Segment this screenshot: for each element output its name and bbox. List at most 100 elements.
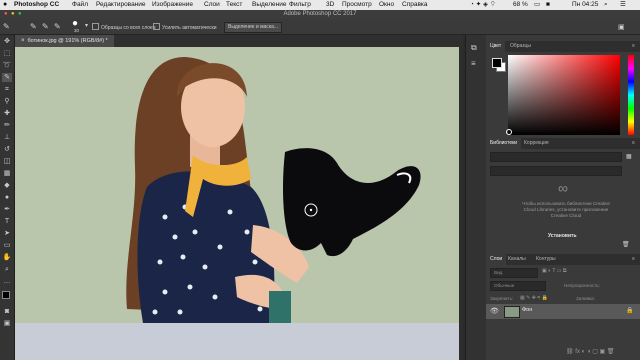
eyedropper-tool-icon[interactable]: ⚲ xyxy=(2,97,12,106)
brush-dropdown-icon[interactable]: ▾ xyxy=(85,22,88,29)
layer-filter-dropdown[interactable]: Вид xyxy=(490,268,538,278)
libraries-panel-menu-icon[interactable]: ≡ xyxy=(628,138,639,149)
menu-view[interactable]: Просмотр xyxy=(342,0,372,10)
library-grid-view-icon[interactable]: ▦ xyxy=(626,153,632,160)
window-title-bar: ● ● ● Adobe Photoshop CC 2017 xyxy=(0,10,640,19)
creative-cloud-icon: ∞ xyxy=(558,180,568,196)
brush-size: 30 xyxy=(74,28,80,33)
zoom-tool-icon[interactable]: ⌕ xyxy=(2,265,12,274)
layer-visibility-icon[interactable]: 👁 xyxy=(490,307,499,315)
tab-adjustments[interactable]: Коррекция xyxy=(520,138,553,149)
type-tool-icon[interactable]: T xyxy=(2,217,12,226)
menu-type[interactable]: Текст xyxy=(226,0,242,10)
history-brush-icon[interactable]: ↺ xyxy=(2,145,12,154)
library-trash-icon[interactable]: 🗑 xyxy=(622,241,630,248)
layer-filter-label: Вид xyxy=(494,270,503,275)
flag-icon[interactable]: ■ xyxy=(546,0,550,10)
color-picker-ring[interactable] xyxy=(506,129,512,135)
layers-panel-menu-icon[interactable]: ≡ xyxy=(628,254,639,265)
blend-mode-value: Обычные xyxy=(494,283,515,288)
properties-panel-icon[interactable]: ≡ xyxy=(471,59,476,68)
menu-select[interactable]: Выделение xyxy=(252,0,286,10)
menu-help[interactable]: Справка xyxy=(402,0,428,10)
pen-tool-icon[interactable]: ✒ xyxy=(2,205,12,214)
menu-window[interactable]: Окно xyxy=(379,0,394,10)
auto-enhance-checkbox[interactable]: Усилить автоматически xyxy=(153,23,217,32)
select-and-mask-button[interactable]: Выделение и маска... xyxy=(224,22,283,33)
battery-icon[interactable]: ▭ xyxy=(534,0,540,10)
document-tab[interactable]: × ботинок.jpg @ 191% (RGB/8#) * xyxy=(15,35,114,47)
blend-mode-dropdown[interactable]: Обычные xyxy=(490,281,546,291)
mac-menu-bar: ● Photoshop CC Файл Редактирование Изобр… xyxy=(0,0,640,10)
notification-icon[interactable]: ☰ xyxy=(620,0,626,10)
blur-tool-icon[interactable]: ◆ xyxy=(2,181,12,190)
menu-layers[interactable]: Слои xyxy=(204,0,220,10)
screen-mode-icon[interactable]: ▣ xyxy=(2,319,12,328)
minimize-window-icon[interactable]: ● xyxy=(11,10,15,19)
install-button[interactable]: Установить xyxy=(548,233,577,239)
lasso-tool-icon[interactable]: ➰ xyxy=(2,61,12,70)
dodge-tool-icon[interactable]: ● xyxy=(2,193,12,202)
apple-icon[interactable]: ● xyxy=(3,0,7,10)
layer-filter-icons[interactable]: ▣ ◐ T ▭ ⧉ xyxy=(542,268,566,274)
fg-color-chip[interactable] xyxy=(492,58,502,68)
sample-all-layers-checkbox[interactable]: Образцы со всех слоев xyxy=(92,23,155,32)
collapsed-panel-strip: ⧉ ≡ xyxy=(465,35,487,360)
crop-tool-icon[interactable]: ⌗ xyxy=(2,85,12,94)
clock[interactable]: Пн 04:25 xyxy=(572,0,598,10)
history-panel-icon[interactable]: ⧉ xyxy=(471,43,477,53)
workspace-icon[interactable]: ▣ xyxy=(618,23,625,31)
more-tools-icon[interactable]: … xyxy=(2,277,12,286)
close-tab-icon[interactable]: × xyxy=(21,38,25,44)
lock-icons[interactable]: ▦ ✎ ✥ ⌗ 🔒 xyxy=(520,295,548,301)
healing-tool-icon[interactable]: ✚ xyxy=(2,109,12,118)
quick-selection-tool-icon[interactable]: ✎ xyxy=(3,22,10,31)
color-panel-menu-icon[interactable]: ≡ xyxy=(628,41,639,52)
layer-actions-icons[interactable]: ⛓ fx ◐ ◑ ▢ ▣ 🗑 xyxy=(566,348,615,355)
layer-row[interactable]: 👁 Фон 🔒 xyxy=(486,304,640,319)
menu-image[interactable]: Изображение xyxy=(152,0,193,10)
canvas-area[interactable] xyxy=(15,47,463,360)
libraries-message: Чтобы использовать библиотеки Creative C… xyxy=(522,201,610,218)
menu-file[interactable]: Файл xyxy=(72,0,88,10)
new-selection-icon[interactable]: ✎ xyxy=(30,22,37,31)
tab-channels[interactable]: Каналы xyxy=(504,254,530,265)
lock-label: Закрепить: xyxy=(490,296,514,301)
zoom-window-icon[interactable]: ● xyxy=(18,10,22,19)
color-field[interactable] xyxy=(508,55,620,135)
tab-libraries[interactable]: Библиотеки xyxy=(486,138,522,149)
hand-tool-icon[interactable]: ✋ xyxy=(2,253,12,262)
library-search[interactable] xyxy=(490,166,622,176)
quick-select-tool-icon[interactable]: ✎ xyxy=(2,73,12,82)
subtract-selection-icon[interactable]: ✎ xyxy=(54,22,61,31)
menu-filter[interactable]: Фильтр xyxy=(289,0,311,10)
menu-3d[interactable]: 3D xyxy=(326,0,334,10)
menu-app-name[interactable]: Photoshop CC xyxy=(14,0,59,10)
layer-lock-icon: 🔒 xyxy=(626,308,634,314)
brush-tool-icon[interactable]: ✏ xyxy=(2,121,12,130)
quick-mask-icon[interactable]: ◙ xyxy=(2,307,12,316)
gradient-tool-icon[interactable]: ▦ xyxy=(2,169,12,178)
spotlight-icon[interactable]: ⌕ xyxy=(604,0,608,10)
tab-paths[interactable]: Контуры xyxy=(532,254,560,265)
document-tab-bar: × ботинок.jpg @ 191% (RGB/8#) * xyxy=(15,35,463,47)
panel-dock: Цвет Образцы ≡ Библиотеки Коррекция ≡ ▦ … xyxy=(486,35,640,360)
canvas-scrollbar[interactable] xyxy=(459,47,463,360)
menu-edit[interactable]: Редактирование xyxy=(96,0,146,10)
move-tool-icon[interactable]: ✥ xyxy=(2,37,12,46)
shape-tool-icon[interactable]: ▭ xyxy=(2,241,12,250)
foreground-color-swatch[interactable] xyxy=(2,291,10,299)
close-window-icon[interactable]: ● xyxy=(4,10,8,19)
marquee-tool-icon[interactable]: ⬚ xyxy=(2,49,12,58)
tab-color[interactable]: Цвет xyxy=(486,41,506,52)
library-dropdown[interactable] xyxy=(490,152,622,162)
path-select-icon[interactable]: ➤ xyxy=(2,229,12,238)
fill-label: Заливка: xyxy=(576,296,595,301)
tab-swatches[interactable]: Образцы xyxy=(506,41,535,52)
eraser-tool-icon[interactable]: ◫ xyxy=(2,157,12,166)
document-tab-label: ботинок.jpg @ 191% (RGB/8#) * xyxy=(27,38,108,44)
stamp-tool-icon[interactable]: ⊥ xyxy=(2,133,12,142)
layer-thumbnail xyxy=(504,306,520,318)
add-to-selection-icon[interactable]: ✎ xyxy=(42,22,49,31)
hue-slider[interactable] xyxy=(628,55,634,135)
